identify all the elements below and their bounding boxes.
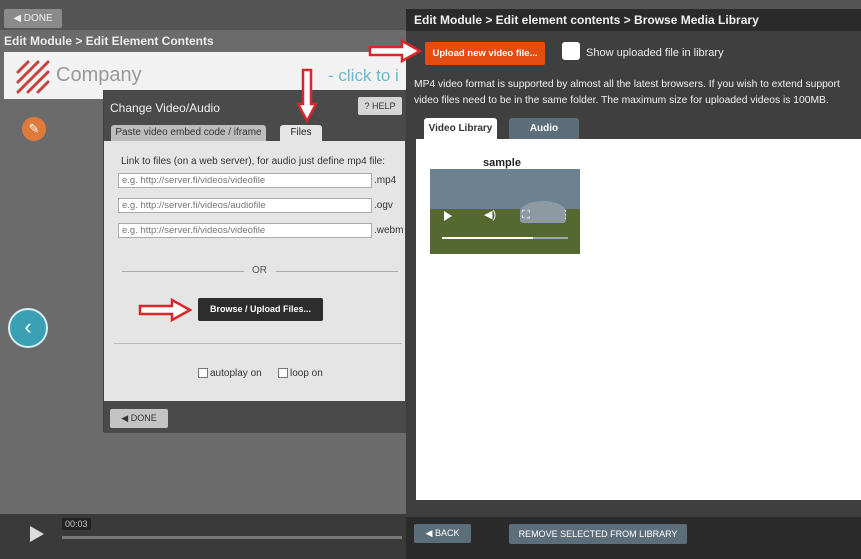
- tab-audio[interactable]: Audio: [509, 118, 579, 139]
- change-video-dialog: Change Video/Audio ? HELP Paste video em…: [103, 90, 407, 433]
- files-hint: Link to files (on a web server), for aud…: [121, 156, 386, 167]
- tab-video-library[interactable]: Video Library: [424, 118, 497, 139]
- play-icon[interactable]: [444, 211, 452, 221]
- dialog-title: Change Video/Audio: [110, 101, 220, 115]
- video-item-title: sample: [483, 157, 521, 169]
- more-options-icon[interactable]: ⋮: [560, 209, 571, 221]
- fullscreen-icon[interactable]: ⛶: [522, 209, 530, 221]
- dialog-footer: ◀ DONE: [104, 401, 407, 433]
- arrow-right-icon: [368, 39, 422, 63]
- show-uploaded-checkbox[interactable]: [562, 42, 580, 60]
- dialog-header: Change Video/Audio ? HELP: [104, 91, 407, 124]
- done-button[interactable]: ◀ DONE: [110, 409, 168, 428]
- timeline-track[interactable]: [62, 536, 402, 539]
- tab-embed-code[interactable]: Paste video embed code / iframe: [111, 125, 266, 141]
- ogv-extension-label: .ogv: [374, 200, 393, 211]
- time-display: 00:03: [62, 518, 91, 530]
- autoplay-label: autoplay on: [210, 368, 262, 379]
- volume-icon[interactable]: ◀): [484, 209, 496, 221]
- mp4-url-input[interactable]: [118, 173, 372, 188]
- or-label: OR: [252, 265, 267, 276]
- media-library-panel: Edit Module > Edit element contents > Br…: [406, 9, 861, 559]
- webm-url-input[interactable]: [118, 223, 372, 238]
- browse-upload-button[interactable]: Browse / Upload Files...: [198, 298, 323, 321]
- done-button-background[interactable]: ◀ DONE: [4, 9, 62, 28]
- ogv-url-input[interactable]: [118, 198, 372, 213]
- or-divider-left: [122, 271, 244, 272]
- library-header: Edit Module > Edit element contents > Br…: [406, 9, 861, 31]
- format-info: MP4 video format is supported by almost …: [414, 77, 861, 109]
- arrow-down-icon: [296, 68, 318, 124]
- format-info-line-1: MP4 video format is supported by almost …: [414, 79, 840, 90]
- dialog-tabs: Paste video embed code / iframe Files: [104, 124, 407, 141]
- remove-selected-button[interactable]: REMOVE SELECTED FROM LIBRARY: [509, 524, 687, 544]
- show-uploaded-label: Show uploaded file in library: [586, 47, 724, 59]
- back-button[interactable]: ◀ BACK: [414, 524, 471, 543]
- format-info-line-2: video files need to be in the same folde…: [414, 95, 829, 106]
- loop-checkbox[interactable]: [278, 368, 288, 378]
- webm-extension-label: .webm: [374, 225, 404, 236]
- play-icon[interactable]: [30, 526, 44, 542]
- company-logo-text: Company: [56, 64, 142, 86]
- library-breadcrumb: Edit Module > Edit element contents > Br…: [414, 13, 759, 27]
- autoplay-checkbox[interactable]: [198, 368, 208, 378]
- chevron-left-icon[interactable]: ‹: [8, 308, 48, 348]
- arrow-right-icon: [138, 298, 192, 322]
- video-progress-track[interactable]: [442, 237, 568, 239]
- video-player-bar: 00:03: [0, 514, 410, 559]
- help-button[interactable]: ? HELP: [358, 97, 402, 115]
- mp4-extension-label: .mp4: [374, 175, 397, 186]
- video-progress-fill: [442, 237, 533, 239]
- or-divider-right: [276, 271, 398, 272]
- dialog-separator: [114, 343, 402, 344]
- upload-video-button[interactable]: Upload new video file...: [425, 42, 545, 65]
- video-thumbnail[interactable]: ◀) ⛶ ⋮: [430, 169, 580, 254]
- wrench-icon[interactable]: ✎: [22, 117, 46, 141]
- tab-files[interactable]: Files: [280, 125, 322, 141]
- company-logo-icon: [14, 58, 50, 94]
- background-breadcrumb: Edit Module > Edit Element Contents: [4, 34, 214, 48]
- click-to-edit-hint[interactable]: - click to i: [328, 66, 399, 86]
- loop-label: loop on: [290, 368, 323, 379]
- video-library-grid: sample ◀) ⛶ ⋮: [416, 139, 861, 500]
